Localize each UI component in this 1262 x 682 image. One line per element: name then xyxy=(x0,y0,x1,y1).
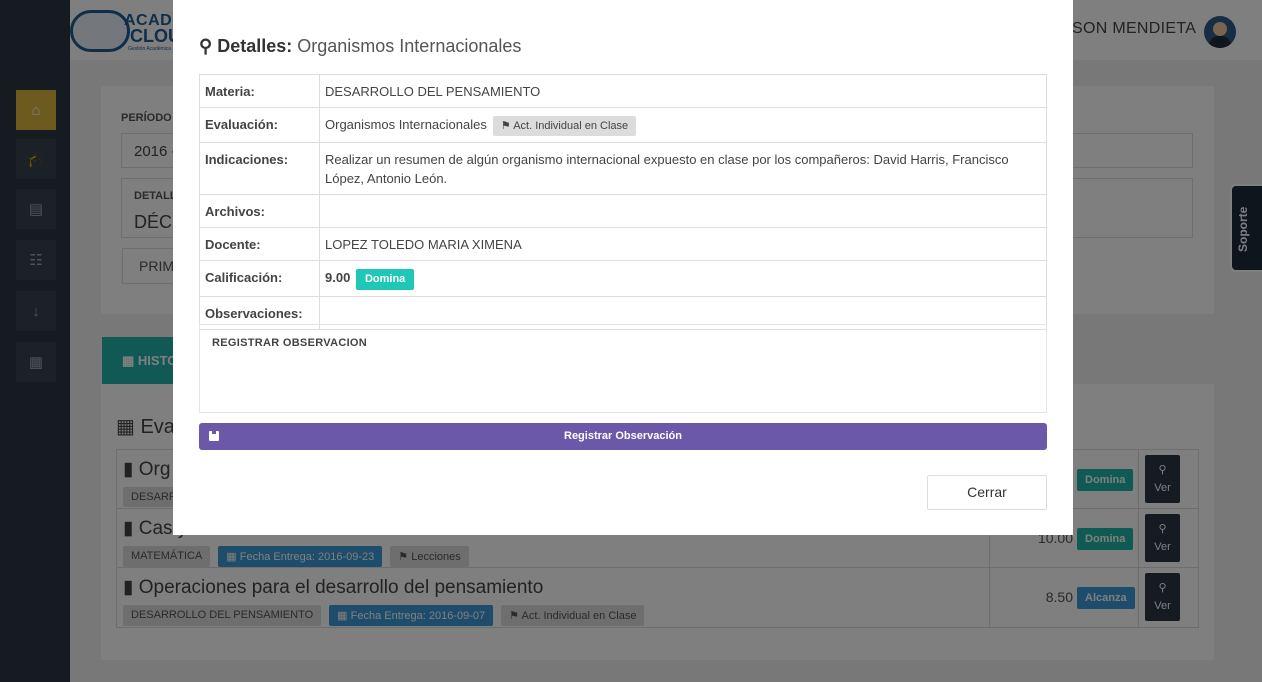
observation-heading: REGISTRAR OBSERVACION xyxy=(212,337,368,349)
details-modal: ⚲ Detalles: Organismos Internacionales M… xyxy=(173,0,1073,535)
save-icon xyxy=(209,431,219,441)
docente-label: Docente: xyxy=(199,227,320,261)
evaluacion-cell: Organismos Internacionales ⚑ Act. Individ… xyxy=(319,107,1047,143)
search-icon: ⚲ xyxy=(199,36,213,56)
archivos-value xyxy=(319,194,1047,228)
calificacion-row: Calificación: 9.00 Domina xyxy=(199,260,1047,297)
register-observation-button[interactable]: Registrar Observación xyxy=(199,423,1047,450)
archivos-label: Archivos: xyxy=(199,194,320,228)
materia-label: Materia: xyxy=(199,74,320,108)
bookmark-icon: ⚑ xyxy=(500,120,511,132)
evaluacion-type-tag: ⚑ Act. Individual en Clase xyxy=(492,116,637,136)
docente-row: Docente: LOPEZ TOLEDO MARIA XIMENA xyxy=(199,227,1047,261)
indicaciones-value: Realizar un resumen de algún organismo i… xyxy=(319,142,1047,195)
materia-value: DESARROLLO DEL PENSAMIENTO xyxy=(319,74,1047,108)
observation-textarea[interactable]: REGISTRAR OBSERVACION xyxy=(199,324,1047,413)
evaluacion-label: Evaluación: xyxy=(199,107,320,143)
docente-value: LOPEZ TOLEDO MARIA XIMENA xyxy=(319,227,1047,261)
modal-title: ⚲ Detalles: Organismos Internacionales xyxy=(199,36,522,56)
archivos-row: Archivos: xyxy=(199,194,1047,228)
evaluacion-row: Evaluación: Organismos Internacionales ⚑ … xyxy=(199,107,1047,143)
calificacion-cell: 9.00 Domina xyxy=(319,260,1047,297)
evaluacion-value: Organismos Internacionales xyxy=(325,117,487,132)
status-badge: Domina xyxy=(355,269,415,290)
close-button[interactable]: Cerrar xyxy=(927,475,1047,510)
calificacion-label: Calificación: xyxy=(199,260,320,297)
materia-row: Materia: DESARROLLO DEL PENSAMIENTO xyxy=(199,74,1047,108)
indicaciones-label: Indicaciones: xyxy=(199,142,320,195)
details-table: Materia: DESARROLLO DEL PENSAMIENTO Eval… xyxy=(199,74,1047,330)
indicaciones-row: Indicaciones: Realizar un resumen de alg… xyxy=(199,142,1047,195)
calificacion-value: 9.00 xyxy=(325,270,351,285)
